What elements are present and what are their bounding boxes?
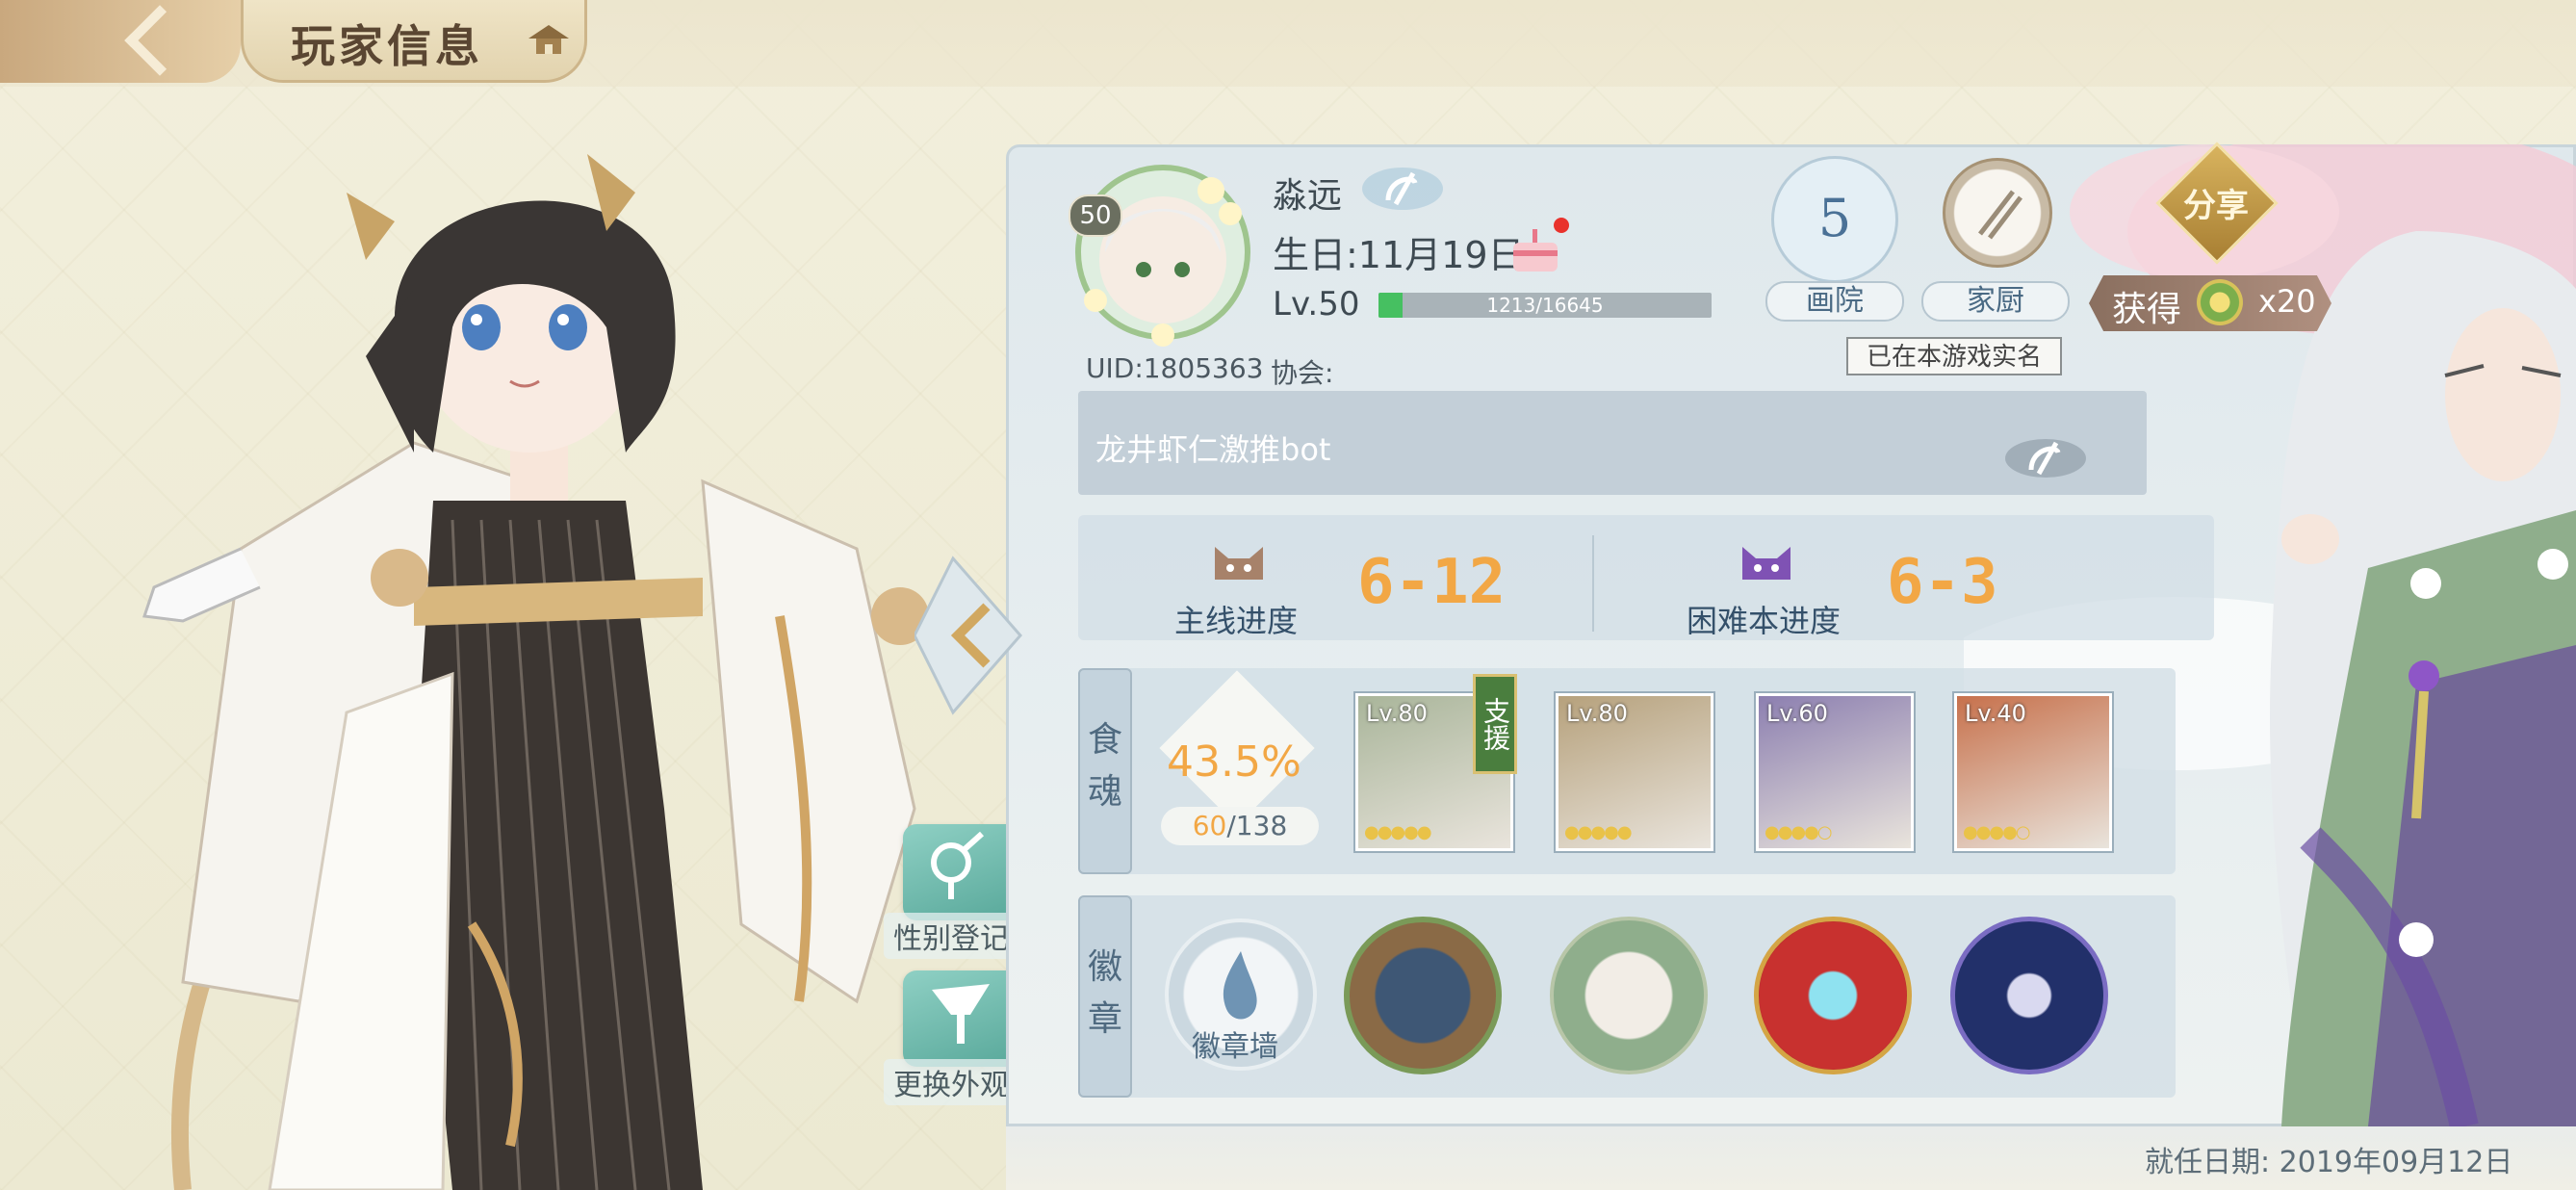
badge-portrait[interactable] <box>1550 917 1708 1074</box>
reward-get-label: 获得 <box>2112 290 2182 329</box>
collection-owned: 60 <box>1192 810 1227 841</box>
player-avatar[interactable] <box>1067 156 1259 349</box>
gallery-count: 5 <box>1817 188 1852 248</box>
badges-tag[interactable]: 徽章 <box>1078 895 1132 1098</box>
souls-tag[interactable]: 食魂 <box>1078 668 1132 874</box>
kitchen-label[interactable]: 家厨 <box>1921 281 2070 322</box>
back-arrow-icon <box>124 5 195 76</box>
gallery-label[interactable]: 画院 <box>1765 281 1904 322</box>
reward-count: x20 <box>2258 283 2316 320</box>
player-level: Lv.50 <box>1273 285 1360 323</box>
player-birthday: 生日:11月19日 <box>1273 234 1525 276</box>
soul-card-level: Lv.60 <box>1766 700 1828 727</box>
plate-icon <box>1978 190 2022 240</box>
edit-name-icon[interactable] <box>1359 162 1446 216</box>
page-title: 玩家信息 <box>291 20 483 72</box>
appearance-icon <box>903 970 1018 1067</box>
collection-count: 60/138 <box>1161 807 1319 845</box>
back-button[interactable] <box>0 0 241 83</box>
badge-wall-label: 徽章墙 <box>1192 1030 1278 1064</box>
main-progress-label: 主线进度 <box>1174 603 1299 639</box>
exp-progress-text: 1213/16645 <box>1486 294 1604 317</box>
main-progress-value: 6-12 <box>1357 547 1507 618</box>
birthday-cake-icon[interactable] <box>1507 216 1571 277</box>
cat-icon-main <box>1215 547 1263 580</box>
badge-nest[interactable] <box>1344 917 1502 1074</box>
share-label: 分享 <box>2183 187 2249 225</box>
soul-card-stars: ●●●●● <box>1364 822 1432 842</box>
coin-icon <box>2197 279 2243 325</box>
player-signature: 龙井虾仁激推bot <box>1095 431 1331 468</box>
hard-progress-label: 困难本进度 <box>1687 603 1842 639</box>
soul-card-stars: ●●●●○ <box>1765 822 1833 842</box>
edit-signature-icon[interactable] <box>2002 431 2089 485</box>
soul-card-level: Lv.80 <box>1366 700 1428 727</box>
collapse-panel-tab[interactable] <box>913 539 1069 732</box>
player-name: 淼远 <box>1273 176 1343 216</box>
exp-progress-bar: 1213/16645 <box>1378 293 1712 318</box>
soul-card-level: Lv.80 <box>1566 700 1628 727</box>
change-appearance-button[interactable]: 更换外观 <box>884 970 1018 1105</box>
join-date: 就任日期: 2019年09月12日 <box>2145 1146 2513 1179</box>
gallery-button[interactable]: 5 <box>1771 156 1898 283</box>
home-icon[interactable] <box>525 21 573 60</box>
avatar-level-badge: 50 <box>1069 194 1122 237</box>
badge-lotus[interactable] <box>1754 917 1912 1074</box>
souls-tag-label: 食魂 <box>1087 720 1122 812</box>
collection-percent: 43.5% <box>1167 737 1301 787</box>
soul-card-stars: ●●●●● <box>1564 822 1633 842</box>
soul-card-stars: ●●●●○ <box>1963 822 2031 842</box>
badges-tag-label: 徽章 <box>1087 947 1122 1039</box>
verified-status: 已在本游戏实名 <box>1846 337 2062 375</box>
collection-total: /138 <box>1226 810 1288 841</box>
gender-register-label: 性别登记 <box>884 913 1018 959</box>
player-character-illustration <box>142 154 929 1190</box>
kitchen-button[interactable] <box>1943 158 2052 268</box>
progress-divider <box>1592 535 1594 632</box>
change-appearance-label: 更换外观 <box>884 1059 1018 1105</box>
hard-progress-value: 6-3 <box>1887 547 1998 618</box>
badge-music[interactable] <box>1950 917 2108 1074</box>
player-guild: 协会: <box>1271 357 1334 389</box>
soul-card[interactable]: Lv.60 ●●●●○ <box>1756 693 1914 851</box>
player-uid: UID:1805363 <box>1086 352 1264 384</box>
cat-icon-hard <box>1742 547 1790 580</box>
soul-card-level: Lv.40 <box>1965 700 2026 727</box>
support-tag: 支援 <box>1473 674 1517 774</box>
gender-register-button[interactable]: 性别登记 <box>884 824 1018 959</box>
gender-icon <box>903 824 1018 920</box>
soul-card[interactable]: Lv.40 ●●●●○ <box>1954 693 2112 851</box>
soul-card[interactable]: Lv.80 ●●●●● <box>1556 693 1713 851</box>
